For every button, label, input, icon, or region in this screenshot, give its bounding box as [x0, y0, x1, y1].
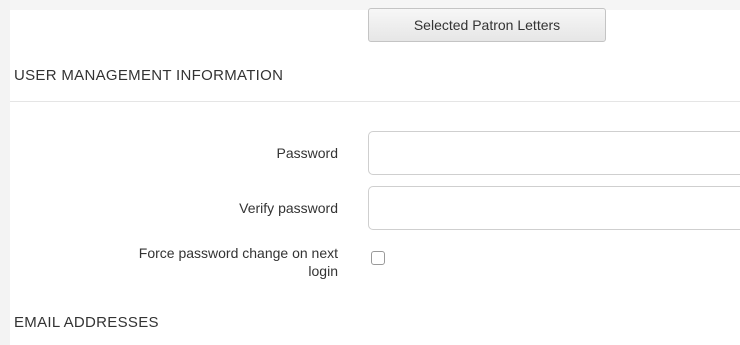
verify-password-input[interactable] — [368, 186, 740, 230]
patron-form-page: Selected Patron Letters USER MANAGEMENT … — [0, 0, 740, 345]
selected-patron-letters-button[interactable]: Selected Patron Letters — [368, 8, 606, 42]
force-password-change-label-line2: login — [308, 263, 338, 279]
password-input[interactable] — [368, 131, 740, 175]
force-password-change-label-line1: Force password change on next — [138, 245, 338, 261]
left-edge — [0, 0, 10, 345]
force-password-change-checkbox[interactable] — [371, 251, 385, 265]
user-management-section-title: USER MANAGEMENT INFORMATION — [14, 67, 284, 84]
verify-password-label: Verify password — [239, 200, 338, 216]
password-label: Password — [276, 145, 338, 161]
section-divider — [10, 101, 740, 102]
force-password-change-label: Force password change on next login — [139, 244, 338, 280]
form-card — [10, 10, 740, 345]
email-addresses-section-title: EMAIL ADDRESSES — [14, 314, 159, 331]
